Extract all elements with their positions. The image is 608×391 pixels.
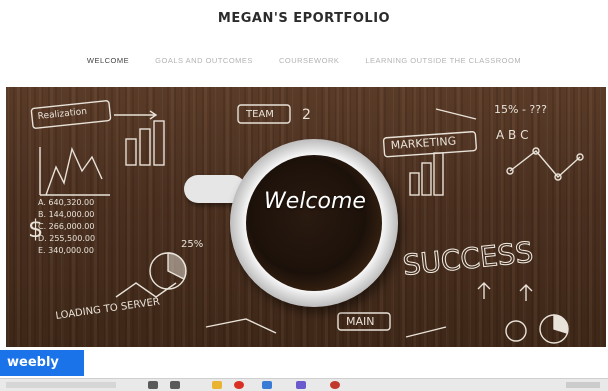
search-icon[interactable] — [148, 381, 158, 389]
chalk-percent: 15% - ??? — [494, 103, 547, 116]
coffee-cup-image — [230, 139, 398, 307]
chalk-realization: Realization — [37, 107, 87, 122]
hero-heading: Welcome — [264, 189, 366, 214]
site-title[interactable]: MEGAN'S EPORTFOLIO — [0, 11, 608, 26]
app-icon[interactable] — [296, 381, 306, 389]
chalk-abc: A B C — [496, 128, 528, 142]
chalk-money-4: E. 340,000.00 — [38, 246, 94, 255]
nav-item-goals-and-outcomes[interactable]: GOALS AND OUTCOMES — [155, 56, 253, 65]
system-tray[interactable] — [566, 382, 600, 388]
task-view-icon[interactable] — [170, 381, 180, 389]
nav-item-welcome[interactable]: WELCOME — [87, 56, 129, 65]
store-icon[interactable] — [262, 381, 272, 389]
chalk-money-3: D. 255,500.00 — [38, 234, 95, 243]
nav-item-coursework[interactable]: COURSEWORK — [279, 56, 339, 65]
chrome-icon[interactable] — [234, 381, 244, 389]
hero-banner: Realization TEAM 2 MARKETING 15% - ??? A… — [6, 87, 606, 347]
chalk-success: SUCCESS — [401, 235, 534, 281]
taskbar-search-box[interactable] — [6, 382, 116, 388]
main-nav: WELCOME GOALS AND OUTCOMES COURSEWORK LE… — [0, 56, 608, 65]
os-taskbar — [0, 378, 608, 391]
svg-text:2: 2 — [302, 107, 311, 123]
nav-item-learning-outside-classroom[interactable]: LEARNING OUTSIDE THE CLASSROOM — [365, 56, 521, 65]
chalk-main: MAIN — [346, 315, 375, 328]
app-red-icon[interactable] — [330, 381, 340, 389]
weebly-badge[interactable]: weebly — [0, 350, 84, 376]
coffee-surface — [246, 155, 382, 291]
chalk-25-percent: 25% — [181, 239, 203, 250]
chalk-loading: LOADING TO SERVER — [55, 296, 161, 322]
file-explorer-icon[interactable] — [212, 381, 222, 389]
chalk-team: TEAM — [245, 109, 274, 120]
chalk-money-2: C. 266,000.00 — [38, 222, 94, 231]
